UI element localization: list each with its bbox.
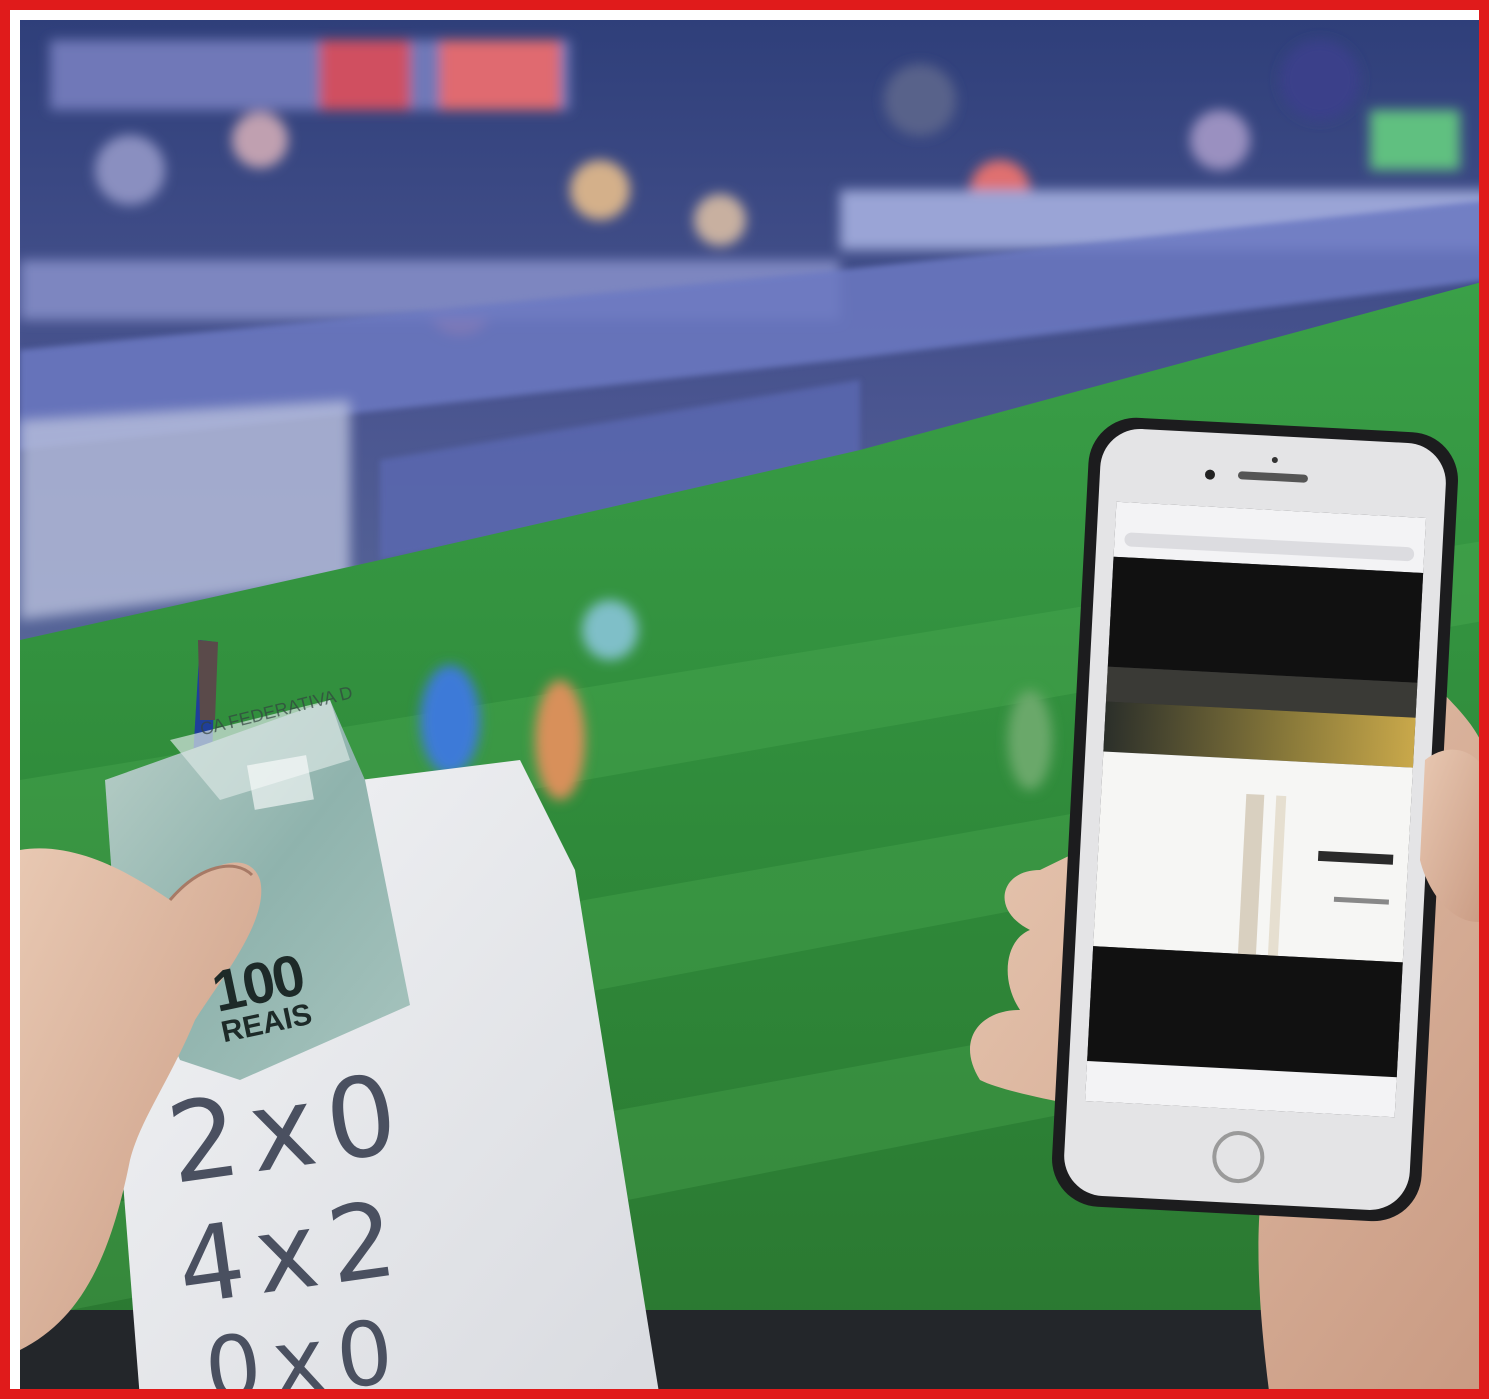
banknote-value: 100 REAIS	[207, 942, 315, 1049]
photo-frame: CA FEDERATIVA D 100 REAIS 2x0 4x2 0x0	[0, 0, 1489, 1399]
photo-scene: CA FEDERATIVA D 100 REAIS 2x0 4x2 0x0	[20, 20, 1479, 1389]
smartphone	[1052, 417, 1458, 1222]
